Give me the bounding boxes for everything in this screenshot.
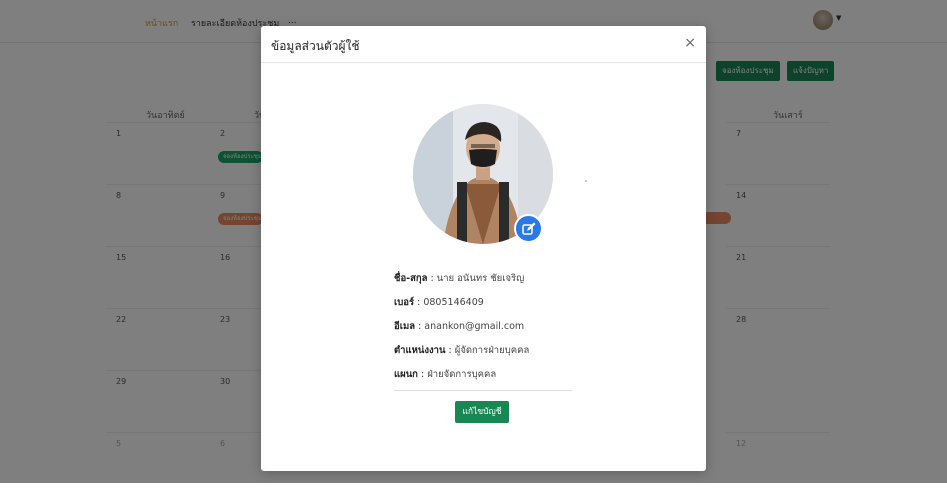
- field-separator: :: [414, 297, 424, 308]
- field-label: แผนก: [394, 369, 418, 380]
- divider: [394, 390, 572, 391]
- field-label: ตำแหน่งงาน: [394, 345, 446, 356]
- close-icon[interactable]: ×: [684, 35, 696, 51]
- field-value: 0805146409: [423, 297, 484, 308]
- modal-title: ข้อมูลส่วนตัวผู้ใช้: [271, 39, 360, 53]
- field-separator: :: [415, 321, 425, 332]
- field-value: นาย อนันทร ชัยเจริญ: [436, 273, 525, 284]
- field-separator: :: [417, 369, 428, 380]
- field-separator: :: [445, 345, 455, 356]
- field-label: ชื่อ-สกุล: [394, 273, 428, 284]
- profile-modal: ข้อมูลส่วนตัวผู้ใช้ × ชื่อ-สกุล : นาย อน…: [261, 26, 706, 471]
- modal-header: ข้อมูลส่วนตัวผู้ใช้ ×: [261, 26, 706, 63]
- edit-account-button[interactable]: แก้ไขบัญชี: [455, 401, 509, 423]
- decorative-dot: [585, 180, 587, 182]
- field-value: ฝ่ายจัดการบุคคล: [427, 369, 497, 380]
- info-row-phone: เบอร์ : 0805146409: [394, 295, 484, 310]
- field-value: ผู้จัดการฝ่ายบุคคล: [454, 345, 530, 356]
- field-value: anankon@gmail.com: [424, 321, 525, 332]
- edit-photo-button[interactable]: [514, 214, 543, 243]
- info-row-department: แผนก : ฝ่ายจัดการบุคคล: [394, 367, 496, 382]
- field-label: อีเมล: [394, 321, 416, 332]
- field-separator: :: [427, 273, 437, 284]
- edit-icon: [521, 222, 535, 235]
- info-row-email: อีเมล : anankon@gmail.com: [394, 319, 524, 334]
- field-label: เบอร์: [394, 297, 415, 308]
- info-row-fullname: ชื่อ-สกุล : นาย อนันทร ชัยเจริญ: [394, 271, 524, 286]
- info-row-position: ตำแหน่งงาน : ผู้จัดการฝ่ายบุคคล: [394, 343, 529, 358]
